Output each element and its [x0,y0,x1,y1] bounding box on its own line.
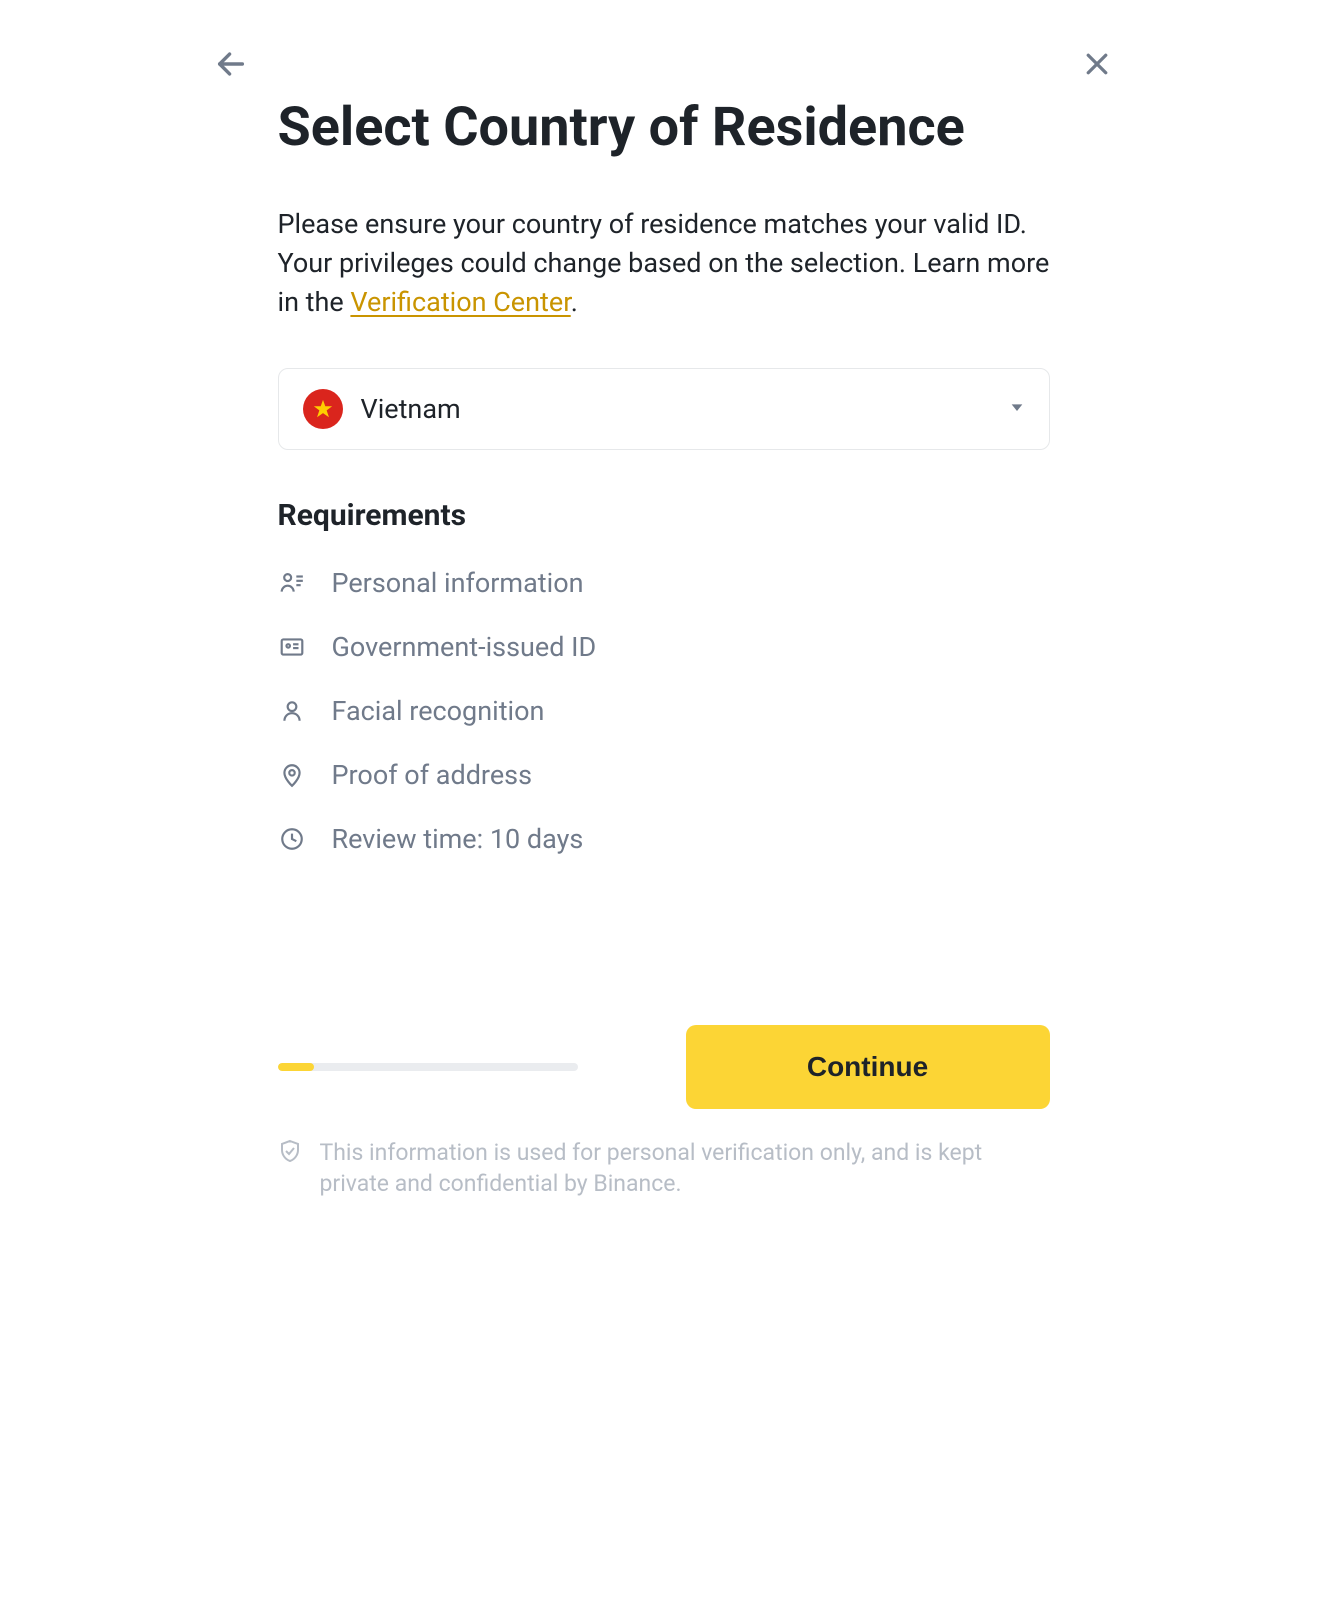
chevron-down-icon [1009,399,1025,419]
flag-icon [303,389,343,429]
privacy-note: This information is used for personal ve… [278,1137,1050,1199]
requirement-label: Government-issued ID [332,631,597,663]
verification-center-link[interactable]: Verification Center [350,286,570,318]
requirement-item: Proof of address [278,759,1050,791]
subtitle-suffix: . [571,286,578,318]
requirement-label: Facial recognition [332,695,545,727]
requirement-label: Personal information [332,567,584,599]
requirement-item: Review time: 10 days [278,823,1050,855]
page-title: Select Country of Residence [278,96,1050,161]
requirements-list: Personal information Government-issued I… [278,567,1050,855]
clock-icon [278,825,306,853]
back-button[interactable] [211,44,251,84]
page-subtitle: Please ensure your country of residence … [278,205,1050,322]
close-icon [1082,49,1112,79]
footer-row: Continue [278,1025,1050,1109]
requirement-label: Proof of address [332,759,533,791]
verification-modal: Select Country of Residence Please ensur… [165,0,1163,1249]
arrow-left-icon [214,47,248,81]
face-icon [278,697,306,725]
location-pin-icon [278,761,306,789]
shield-check-icon [278,1139,302,1171]
id-card-icon [278,633,306,661]
country-selected-label: Vietnam [361,393,991,425]
country-select[interactable]: Vietnam [278,368,1050,450]
requirement-label: Review time: 10 days [332,823,584,855]
privacy-text: This information is used for personal ve… [320,1137,1050,1199]
close-button[interactable] [1077,44,1117,84]
requirement-item: Facial recognition [278,695,1050,727]
personal-info-icon [278,569,306,597]
requirements-heading: Requirements [278,498,1050,533]
requirement-item: Personal information [278,567,1050,599]
progress-fill [278,1063,314,1071]
requirement-item: Government-issued ID [278,631,1050,663]
continue-button[interactable]: Continue [686,1025,1050,1109]
progress-bar [278,1063,578,1071]
